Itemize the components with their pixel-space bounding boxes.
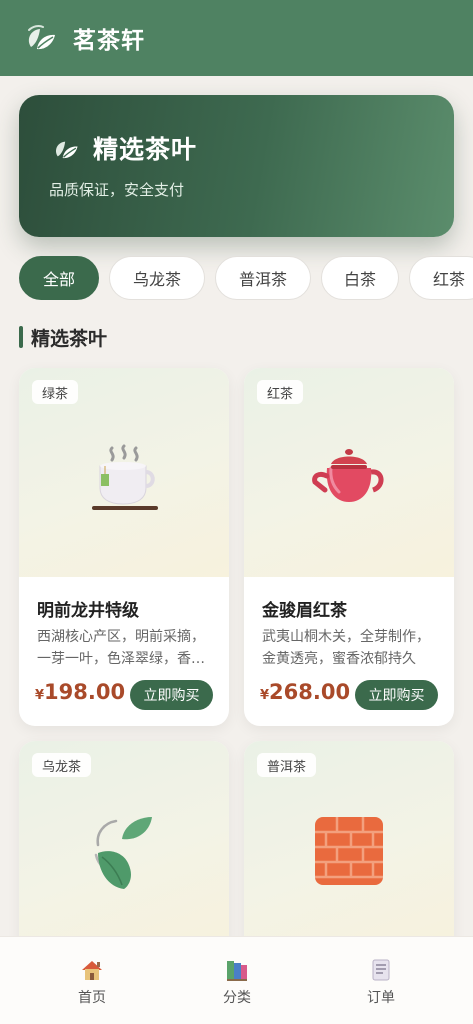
price-value: 198.00	[44, 680, 126, 704]
currency-symbol: ¥	[260, 688, 270, 703]
nav-home-label: 首页	[78, 990, 106, 1006]
promo-banner[interactable]: 精选茶叶 品质保证，安全支付	[19, 95, 454, 237]
app-header: 茗茶轩	[0, 0, 473, 76]
product-card[interactable]: 红茶 金骏眉红茶 武夷山桐木关，全芽制作，金黄透亮，蜜香浓郁持久 ¥268.00…	[244, 368, 454, 726]
category-tabs: 全部 乌龙茶 普洱茶 白茶 红茶	[19, 256, 473, 302]
banner-subtitle: 品质保证，安全支付	[49, 181, 185, 199]
app-title: 茗茶轩	[73, 28, 145, 54]
product-name: 明前龙井特级	[37, 601, 139, 621]
product-tag: 乌龙茶	[32, 753, 92, 777]
product-description: 武夷山桐木关，全芽制作，金黄透亮，蜜香浓郁持久	[262, 629, 430, 667]
buy-now-button[interactable]: 立即购买	[355, 680, 438, 710]
leaf-fluttering-icon	[94, 817, 152, 889]
product-card[interactable]: 绿茶 明前龙井特级 西湖核心产区，明前采摘，一芽一叶，色泽翠绿，香气清高持久 ¥…	[19, 368, 229, 726]
tab-puer[interactable]: 普洱茶	[215, 256, 311, 300]
price-value: 268.00	[269, 680, 351, 704]
tea-leaf-icon	[28, 25, 55, 50]
tea-cup-icon	[92, 444, 158, 510]
banner-title: 精选茶叶	[93, 135, 198, 164]
nav-orders[interactable]: 订单	[331, 957, 431, 1007]
books-icon	[227, 961, 247, 981]
nav-home[interactable]: 首页	[42, 957, 142, 1007]
nav-category-label: 分类	[223, 990, 251, 1006]
tab-white-tea[interactable]: 白茶	[321, 256, 399, 300]
product-tag: 绿茶	[32, 380, 79, 404]
tab-black-tea[interactable]: 红茶	[409, 256, 473, 300]
bottom-nav: 首页 分类 订单	[0, 936, 473, 1024]
product-tag: 普洱茶	[257, 753, 317, 777]
brick-icon	[315, 817, 383, 885]
nav-orders-label: 订单	[367, 990, 395, 1006]
product-image: 绿茶	[19, 368, 229, 577]
section-accent-bar	[19, 326, 23, 348]
teapot-icon	[312, 449, 384, 502]
product-price: ¥198.00	[35, 680, 125, 704]
product-description: 西湖核心产区，明前采摘，一芽一叶，色泽翠绿，香气清高持久	[37, 629, 205, 667]
product-price: ¥268.00	[260, 680, 350, 704]
buy-now-button[interactable]: 立即购买	[130, 680, 213, 710]
section-title: 精选茶叶	[31, 327, 108, 350]
product-card[interactable]: 普洱茶	[244, 741, 454, 961]
nav-category[interactable]: 分类	[187, 957, 287, 1007]
product-image: 普洱茶	[244, 741, 454, 950]
tea-leaf-icon	[55, 141, 78, 159]
product-image: 乌龙茶	[19, 741, 229, 950]
tab-all[interactable]: 全部	[19, 256, 99, 300]
product-image: 红茶	[244, 368, 454, 577]
currency-symbol: ¥	[35, 688, 45, 703]
product-card[interactable]: 乌龙茶	[19, 741, 229, 961]
tab-oolong[interactable]: 乌龙茶	[109, 256, 205, 300]
product-name: 金骏眉红茶	[262, 601, 347, 621]
receipt-icon	[372, 959, 390, 981]
house-icon	[82, 961, 102, 980]
product-tag: 红茶	[257, 380, 304, 404]
section-heading: 精选茶叶	[19, 325, 108, 350]
